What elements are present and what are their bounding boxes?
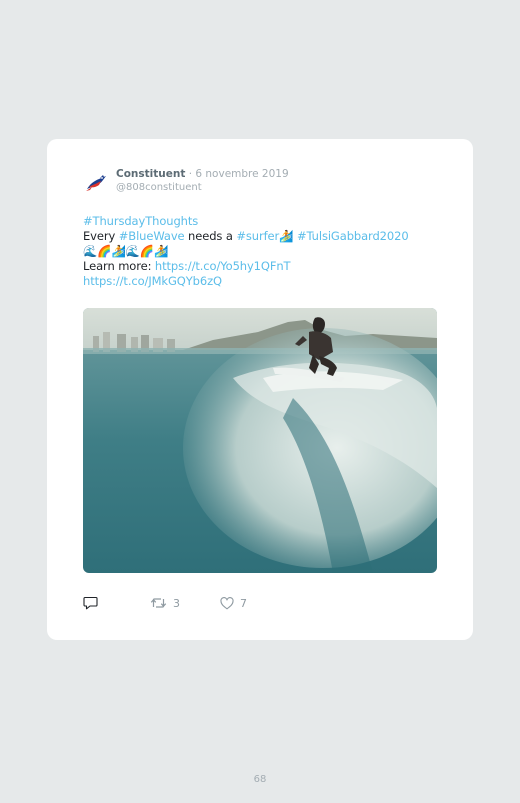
author-handle[interactable]: @808constituent (116, 182, 202, 193)
tweet-link[interactable]: https://t.co/Yo5hy1QFnT (155, 259, 291, 273)
emoji-row: 🌊🌈🏄🌊🌈🏄 (83, 244, 169, 258)
like-button[interactable]: 7 (220, 594, 247, 612)
bird-avatar-icon[interactable] (84, 172, 108, 194)
tweet-link[interactable]: https://t.co/JMkGQYb6zQ (83, 274, 222, 288)
author-line: Constituent · 6 novembre 2019 (116, 168, 289, 181)
author-name[interactable]: Constituent (116, 168, 185, 180)
retweet-count: 3 (173, 596, 180, 610)
tweet-media-surfer-image[interactable] (83, 308, 437, 573)
text-fragment: needs a (184, 229, 237, 243)
reply-button[interactable] (83, 594, 98, 612)
heart-icon (220, 596, 234, 609)
retweet-button[interactable]: 3 (150, 594, 180, 612)
hashtag-link[interactable]: #BlueWave (119, 229, 185, 243)
reply-icon (83, 596, 98, 610)
page-number: 68 (253, 774, 267, 785)
tweet-date: · 6 novembre 2019 (185, 168, 289, 180)
hashtag-link[interactable]: #TulsiGabbard2020 (297, 229, 409, 243)
hashtag-link[interactable]: #ThursdayThoughts (83, 214, 198, 228)
hashtag-link[interactable]: #surfer (236, 229, 279, 243)
tweet-text: #ThursdayThoughts Every #BlueWave needs … (83, 214, 433, 289)
text-fragment: Every (83, 229, 119, 243)
learn-more-text: Learn more: (83, 259, 155, 273)
surfer-emoji: 🏄 (279, 229, 294, 243)
retweet-icon (150, 598, 167, 608)
tweet-card: Constituent · 6 novembre 2019 @808consti… (47, 139, 473, 640)
tweet-actions: 3 7 (83, 594, 433, 612)
like-count: 7 (240, 596, 247, 610)
